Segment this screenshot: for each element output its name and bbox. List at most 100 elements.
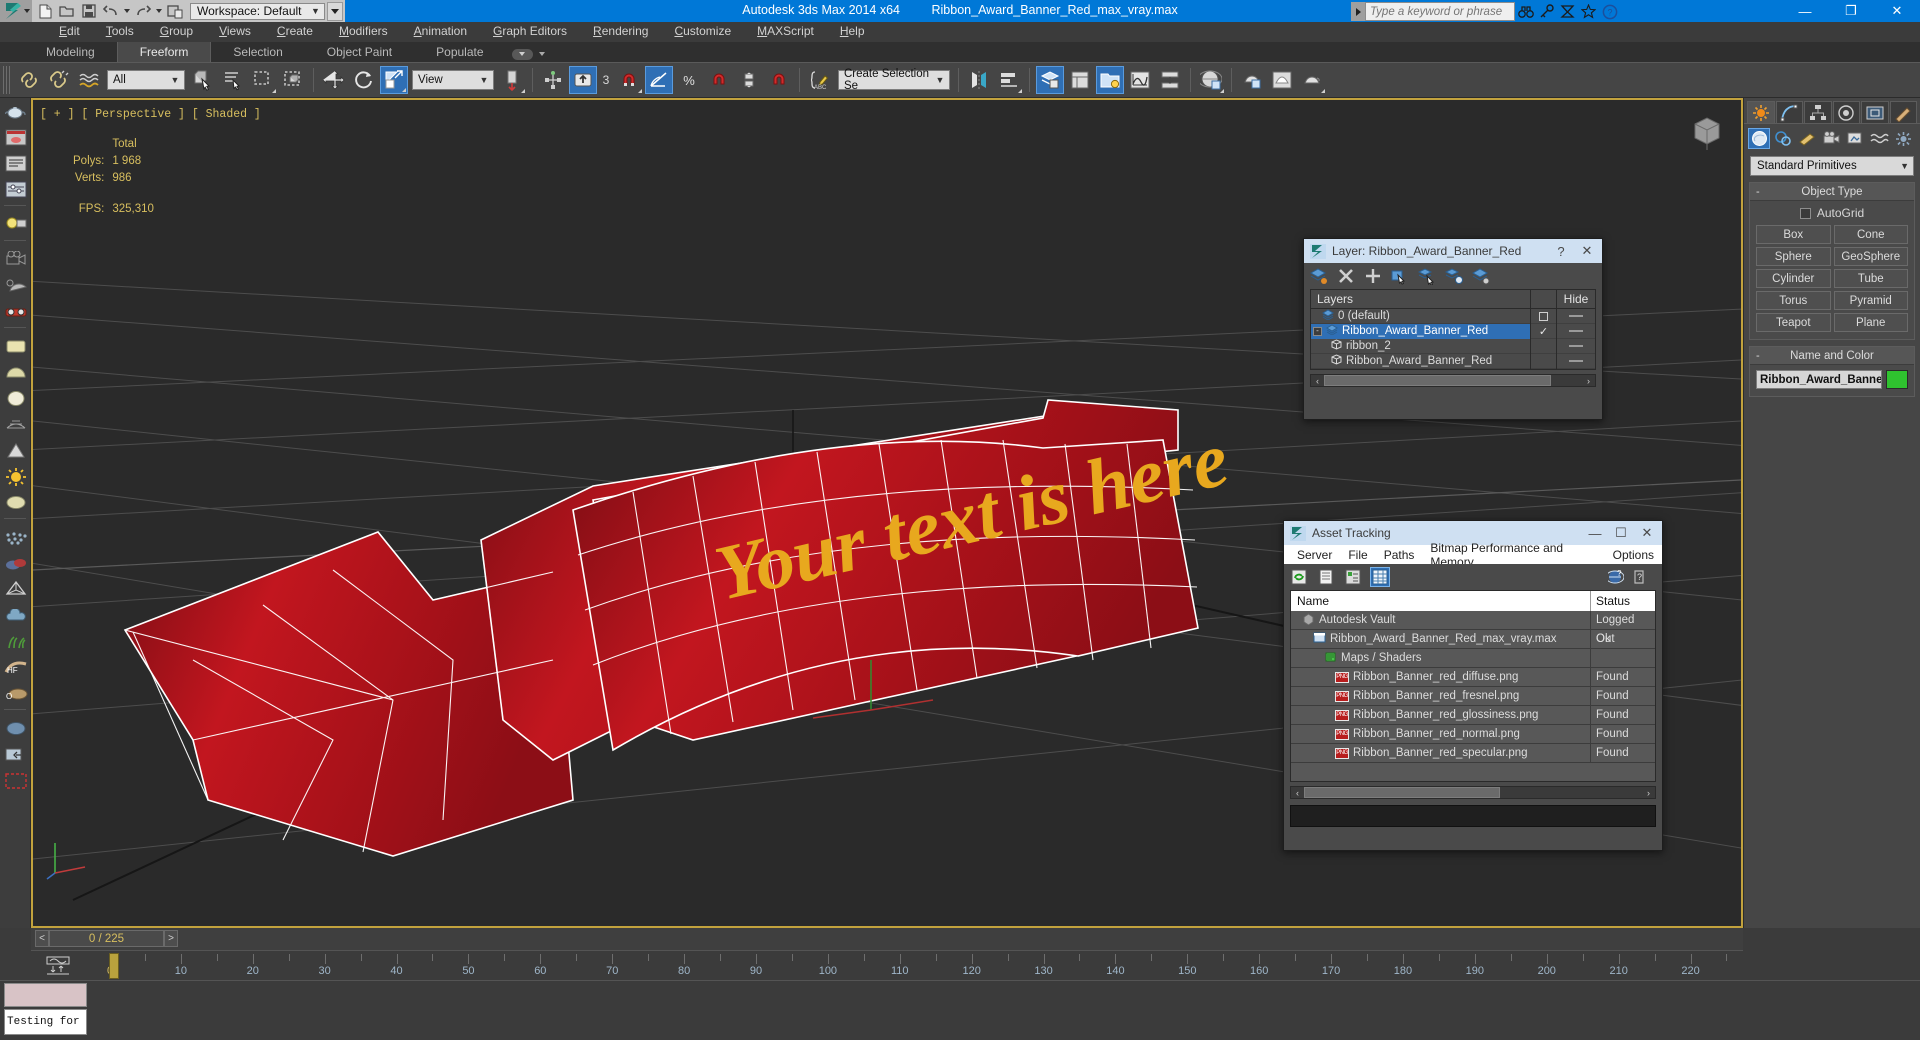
ribbon-tab-freeform[interactable]: Freeform: [116, 42, 212, 62]
asset-menu-file[interactable]: File: [1340, 548, 1375, 562]
reference-coordinate-combo[interactable]: View ▼: [412, 70, 494, 90]
search-binoculars-icon[interactable]: [1515, 2, 1536, 21]
cameras-category-icon[interactable]: [1820, 128, 1842, 149]
layer-row-hide-cell[interactable]: [1557, 309, 1595, 324]
slider-panel-icon[interactable]: [1, 177, 30, 202]
import-image-icon[interactable]: [1, 742, 30, 767]
collapse-icon[interactable]: -: [1756, 350, 1760, 362]
rendered-frame-window-icon[interactable]: [1268, 66, 1296, 94]
asset-row-name[interactable]: Ribbon_Award_Banner_Red_max_vray.max: [1291, 630, 1591, 648]
selection-filter-combo[interactable]: All ▼: [107, 70, 185, 90]
object-type-header[interactable]: - Object Type: [1750, 183, 1914, 201]
check-icon[interactable]: ✓: [1539, 325, 1548, 338]
pyramid-helper-icon[interactable]: [1, 577, 30, 602]
display-tab[interactable]: [1861, 101, 1889, 123]
hair-and-fur-icon[interactable]: HF: [1, 655, 30, 680]
menu-item-modifiers[interactable]: Modifiers: [326, 22, 401, 40]
dome-primitive-icon[interactable]: [1, 360, 30, 385]
asset-list-hscrollbar[interactable]: ‹ ›: [1290, 786, 1656, 799]
asset-row[interactable]: PNG Ribbon_Banner_red_fresnel.png Found: [1291, 687, 1655, 706]
asset-row-name[interactable]: Autodesk Vault: [1291, 611, 1591, 629]
asset-tracking-maximize-button[interactable]: ☐: [1608, 522, 1634, 544]
object-type-cone-button[interactable]: Cone: [1833, 225, 1908, 244]
stereo-camera-icon[interactable]: [1, 299, 30, 324]
render-region-icon[interactable]: [1, 768, 30, 793]
infocenter-expand-icon[interactable]: [1351, 2, 1365, 21]
motion-tab[interactable]: [1832, 101, 1860, 123]
window-crossing-toggle-icon[interactable]: [279, 66, 307, 94]
refresh-icon[interactable]: [1289, 567, 1309, 587]
scroll-right-button[interactable]: ›: [1642, 787, 1655, 798]
list-panel-icon[interactable]: [1, 151, 30, 176]
layer-row-active-cell[interactable]: [1531, 353, 1557, 369]
current-frame-indicator[interactable]: 0 / 225: [49, 930, 164, 947]
context-help-icon[interactable]: ?: [1630, 567, 1650, 587]
space-warps-category-icon[interactable]: [1868, 128, 1890, 149]
asset-row[interactable]: PNG Ribbon_Banner_red_glossiness.png Found: [1291, 706, 1655, 725]
asset-row[interactable]: Ribbon_Award_Banner_Red_max_vray.max Ok: [1291, 630, 1655, 649]
layer-row-name[interactable]: - Ribbon_Award_Banner_Red: [1311, 323, 1531, 339]
time-slider-handle[interactable]: [109, 953, 119, 979]
asset-menu-server[interactable]: Server: [1289, 548, 1340, 562]
track-bar[interactable]: 10 20 30 40 50 60 70 80 90 100 110 120 130 140 150 160 1…: [31, 950, 1743, 980]
asset-row[interactable]: PNG Ribbon_Banner_red_specular.png Found: [1291, 744, 1655, 763]
helpers-category-icon[interactable]: [1844, 128, 1866, 149]
ribbon-tab-populate[interactable]: Populate: [414, 42, 505, 62]
cloud-icon[interactable]: [1, 603, 30, 628]
layer-dialog[interactable]: Layer: Ribbon_Award_Banner_Red ? ✕ Layer…: [1303, 238, 1603, 420]
object-type-sphere-button[interactable]: Sphere: [1756, 247, 1831, 266]
curve-editor-icon[interactable]: [1126, 66, 1154, 94]
asset-tracking-dialog[interactable]: Asset Tracking — ☐ ✕ Server File Paths Bitm…: [1283, 520, 1663, 851]
object-type-tube-button[interactable]: Tube: [1833, 269, 1908, 288]
grass-icon[interactable]: [1, 629, 30, 654]
grid-mesh-icon[interactable]: [1, 412, 30, 437]
help-icon[interactable]: ?: [1599, 2, 1620, 21]
menu-item-group[interactable]: Group: [147, 22, 206, 40]
menu-item-rendering[interactable]: Rendering: [580, 22, 661, 40]
compound-object-icon[interactable]: [1, 551, 30, 576]
layer-list-hscrollbar[interactable]: ‹ ›: [1310, 374, 1596, 387]
angle-snap-toggle-icon[interactable]: [645, 66, 673, 94]
geometry-category-icon[interactable]: [1748, 128, 1770, 149]
use-selection-center-icon[interactable]: [539, 66, 567, 94]
layer-row-active-cell[interactable]: [1531, 338, 1557, 354]
menu-item-graph-editors[interactable]: Graph Editors: [480, 22, 580, 40]
ribbon-overflow-button[interactable]: [506, 42, 551, 62]
light-bulb-icon[interactable]: [1, 212, 30, 237]
create-tab[interactable]: [1747, 101, 1775, 123]
layer-row-hide-cell[interactable]: [1557, 354, 1595, 369]
named-selection-sets-combo[interactable]: Create Selection Se ▼: [838, 68, 950, 92]
help-globe-icon[interactable]: ?: [1606, 567, 1626, 587]
asset-row-name[interactable]: PNG Ribbon_Banner_red_diffuse.png: [1291, 668, 1591, 686]
rectangular-selection-region-icon[interactable]: [249, 66, 277, 94]
material-editor-icon[interactable]: [1197, 66, 1225, 94]
object-color-swatch[interactable]: [1886, 370, 1908, 389]
utilities-tab[interactable]: [1889, 101, 1917, 123]
bind-to-space-warp-icon[interactable]: [75, 66, 103, 94]
autogrid-row[interactable]: AutoGrid: [1756, 206, 1908, 220]
asset-tracking-close-button[interactable]: ✕: [1634, 522, 1660, 544]
communication-center-icon[interactable]: [1557, 2, 1578, 21]
add-selection-to-layer-icon[interactable]: [1416, 265, 1438, 287]
camera-icon[interactable]: [1, 247, 30, 272]
scroll-left-button[interactable]: ‹: [1311, 375, 1324, 386]
search-input[interactable]: [1365, 2, 1515, 21]
menu-item-views[interactable]: Views: [206, 22, 264, 40]
open-minicurve-editor-icon[interactable]: [43, 956, 75, 976]
track-bar-ruler[interactable]: 10 20 30 40 50 60 70 80 90 100 110 120 130 140 150 160 1…: [77, 951, 1743, 981]
object-name-field[interactable]: Ribbon_Award_Banner_Red: [1756, 370, 1882, 389]
object-type-plane-button[interactable]: Plane: [1833, 313, 1908, 332]
render-setup-icon[interactable]: [1238, 66, 1266, 94]
layer-manager-icon[interactable]: [1036, 66, 1064, 94]
scroll-track[interactable]: [1324, 375, 1582, 386]
asset-row-name[interactable]: PNG Ribbon_Banner_red_normal.png: [1291, 725, 1591, 743]
asset-row-name[interactable]: PNG Ribbon_Banner_red_specular.png: [1291, 744, 1591, 762]
hierarchy-tab[interactable]: [1804, 101, 1832, 123]
autogrid-checkbox[interactable]: [1799, 207, 1811, 219]
asset-row-name[interactable]: PNG Ribbon_Banner_red_fresnel.png: [1291, 687, 1591, 705]
layer-row-hide-cell[interactable]: [1557, 324, 1595, 339]
mirror-icon[interactable]: [965, 66, 993, 94]
minimize-button[interactable]: —: [1782, 0, 1828, 22]
object-type-pyramid-button[interactable]: Pyramid: [1833, 291, 1908, 310]
menu-item-edit[interactable]: Edit: [46, 22, 93, 40]
